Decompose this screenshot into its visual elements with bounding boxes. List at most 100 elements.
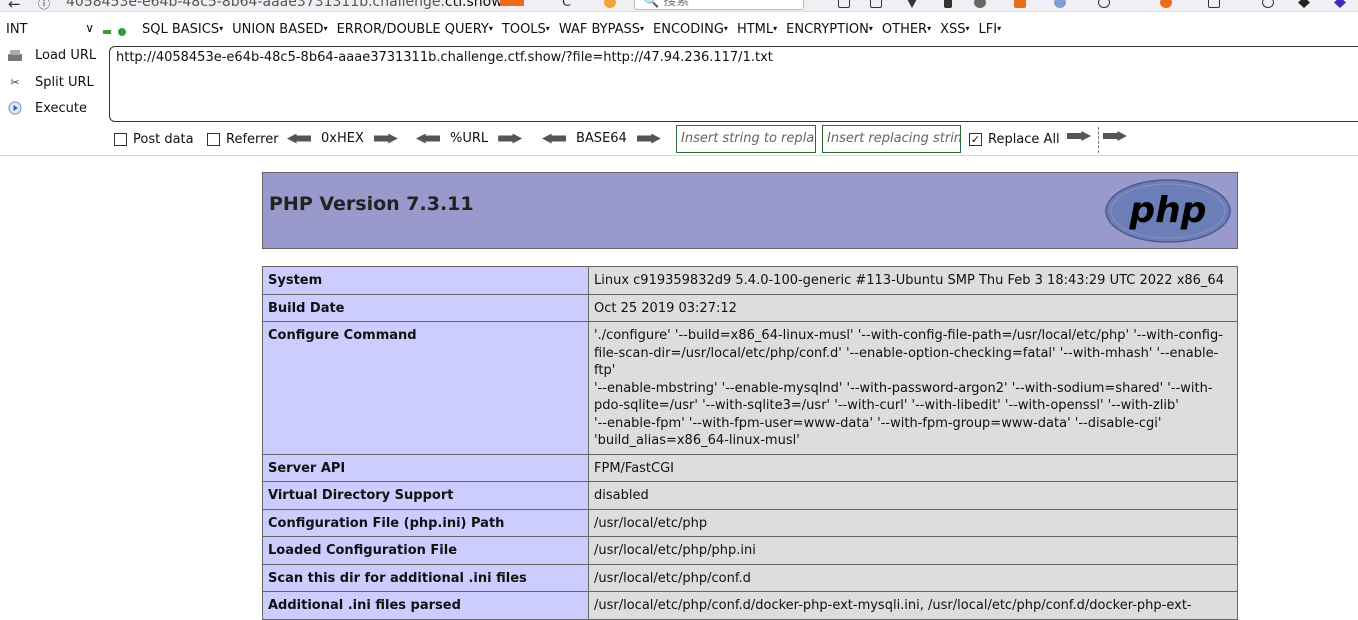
divider: [1098, 127, 1099, 153]
menu-encryption[interactable]: ENCRYPTION: [786, 22, 873, 37]
browser-toolbar: ← ⓘ 4058453e-e64b-48c5-8b64-aaae3731311b…: [0, 0, 1358, 12]
menu-waf-bypass[interactable]: WAF BYPASS: [559, 22, 644, 37]
row-value-line: './configure' '--build=x86_64-linux-musl…: [594, 328, 1223, 343]
row-key: Build Date: [262, 293, 589, 322]
table-row: Configuration File (php.ini) Path/usr/lo…: [262, 508, 1238, 537]
post-data-checkbox[interactable]: Post data: [114, 132, 194, 147]
row-value: /usr/local/etc/php/conf.d: [588, 563, 1238, 592]
base64-label: BASE64: [576, 131, 627, 146]
plus-icon[interactable]: [118, 28, 126, 36]
row-value: disabled: [588, 481, 1238, 510]
menu-xss[interactable]: XSS: [940, 22, 969, 37]
checkbox-checked-icon: ✓: [969, 133, 982, 146]
row-key: Scan this dir for additional .ini files: [262, 563, 589, 592]
addon-3-icon[interactable]: [1098, 0, 1110, 8]
addon-7-icon[interactable]: [1334, 0, 1346, 8]
split-url-button[interactable]: ✂ Split URL: [6, 74, 94, 90]
menu-sql-basics[interactable]: SQL BASICS: [142, 22, 223, 37]
row-value: './configure' '--build=x86_64-linux-musl…: [588, 321, 1238, 455]
menu-html[interactable]: HTML: [737, 22, 777, 37]
row-key: System: [262, 266, 589, 295]
post-data-label: Post data: [133, 132, 194, 147]
referrer-label: Referrer: [226, 132, 279, 147]
row-value-line: 'build_alias=x86_64-linux-musl': [594, 433, 800, 448]
replace-next: [1103, 131, 1127, 141]
table-row: Virtual Directory Support disabled: [262, 481, 1238, 510]
library-icon[interactable]: [944, 0, 952, 8]
row-value-line: '--enable-mbstring' '--enable-mysqlnd' '…: [594, 380, 1213, 396]
reading-list-icon[interactable]: [870, 0, 882, 8]
replace-run: [1067, 131, 1091, 141]
hex-decode-arrow-icon[interactable]: [287, 133, 311, 144]
addon-4-icon[interactable]: [1160, 0, 1172, 8]
address-domain: ctf.show: [444, 0, 503, 10]
checkbox-box: [207, 133, 220, 146]
php-logo-icon: php: [1105, 179, 1231, 243]
row-value: /usr/local/etc/php/php.ini: [588, 536, 1238, 565]
addon-6-icon[interactable]: [1298, 0, 1310, 8]
rss-icon[interactable]: [500, 0, 524, 6]
menu-error-double-query[interactable]: ERROR/DOUBLE QUERY: [337, 22, 493, 37]
menu-union-based[interactable]: UNION BASED: [232, 22, 327, 37]
execute-button[interactable]: Execute: [6, 100, 87, 116]
bookmark-star-icon[interactable]: [838, 0, 850, 8]
search-placeholder: 搜索: [663, 0, 690, 9]
base64-encode-arrow-icon[interactable]: [636, 133, 661, 144]
referrer-checkbox[interactable]: Referrer: [207, 132, 279, 147]
back-icon[interactable]: ←: [8, 0, 21, 11]
row-value: Linux c919359832d9 5.4.0-100-generic #11…: [588, 266, 1238, 295]
js-addon-icon[interactable]: [1014, 0, 1026, 8]
hex-encoder: 0xHEX: [287, 131, 398, 146]
injection-type-value: INT: [6, 22, 28, 37]
row-key: Server API: [262, 453, 589, 482]
base64-decode-arrow-icon[interactable]: [542, 133, 566, 144]
extension-icon[interactable]: [604, 0, 616, 8]
hex-encode-arrow-icon[interactable]: [373, 133, 398, 144]
table-row: Scan this dir for additional .ini files /…: [262, 563, 1238, 592]
menu-other[interactable]: OTHER: [882, 22, 931, 37]
addon-5-icon[interactable]: [1208, 0, 1220, 8]
replace-next-arrow-icon[interactable]: [1103, 131, 1127, 141]
minus-icon[interactable]: [103, 30, 111, 34]
table-row: System Linux c919359832d9 5.4.0-100-gener…: [262, 266, 1238, 295]
menu-tools[interactable]: TOOLS: [502, 22, 550, 37]
hex-label: 0xHEX: [321, 131, 364, 146]
url-encode-label: %URL: [450, 131, 489, 146]
site-info-icon[interactable]: ⓘ: [38, 0, 50, 11]
menu-encoding[interactable]: ENCODING: [653, 22, 728, 37]
url-encode-arrow-icon[interactable]: [498, 133, 523, 144]
hackbar-menu: INT ∨ SQL BASICS UNION BASED ERROR/DOUBLE …: [0, 21, 1358, 41]
phpinfo-page: PHP Version 7.3.11 php System Linux c9193…: [262, 172, 1238, 620]
row-value: FPM/FastCGI: [588, 453, 1238, 482]
replace-string-input[interactable]: Insert string to replace: [676, 125, 816, 153]
table-row: Configure Command './configure' '--build=…: [262, 321, 1238, 455]
table-row: Loaded Configuration File/usr/local/etc/…: [262, 536, 1238, 565]
phpinfo-header: PHP Version 7.3.11 php: [262, 172, 1238, 249]
row-key: Virtual Directory Support: [262, 481, 589, 510]
zoom-icon[interactable]: [1262, 0, 1274, 8]
row-value: /usr/local/etc/php: [588, 508, 1238, 537]
row-key: Configure Command: [262, 321, 589, 455]
table-row: Build Date Oct 25 2019 03:27:12: [262, 293, 1238, 322]
play-icon: [6, 100, 24, 116]
menu-lfi[interactable]: LFI: [979, 22, 1002, 37]
addon-2-icon[interactable]: [1054, 0, 1066, 8]
url-textarea[interactable]: http://4058453e-e64b-48c5-8b64-aaae37313…: [109, 46, 1358, 122]
reload-icon[interactable]: C: [562, 0, 571, 10]
chevron-down-icon: ∨: [85, 21, 94, 35]
table-row: Server API FPM/FastCGI: [262, 453, 1238, 482]
replacing-string-input[interactable]: Insert replacing string: [822, 125, 961, 153]
url-decode-arrow-icon[interactable]: [416, 133, 440, 144]
load-url-label: Load URL: [35, 47, 97, 63]
injection-type-select[interactable]: INT ∨: [6, 21, 94, 37]
search-box[interactable]: 🔍 搜索: [634, 0, 804, 10]
split-url-label: Split URL: [35, 74, 94, 90]
pocket-icon[interactable]: [906, 0, 918, 8]
address-bar[interactable]: 4058453e-e64b-48c5-8b64-aaae3731311b.cha…: [66, 0, 503, 10]
replace-all-checkbox[interactable]: ✓ Replace All: [969, 132, 1060, 147]
load-url-button[interactable]: Load URL: [6, 47, 96, 63]
checkbox-box: [114, 133, 127, 146]
replace-arrow-icon[interactable]: [1067, 131, 1091, 141]
replace-all-label: Replace All: [988, 132, 1060, 147]
addon-icon[interactable]: [974, 0, 986, 8]
